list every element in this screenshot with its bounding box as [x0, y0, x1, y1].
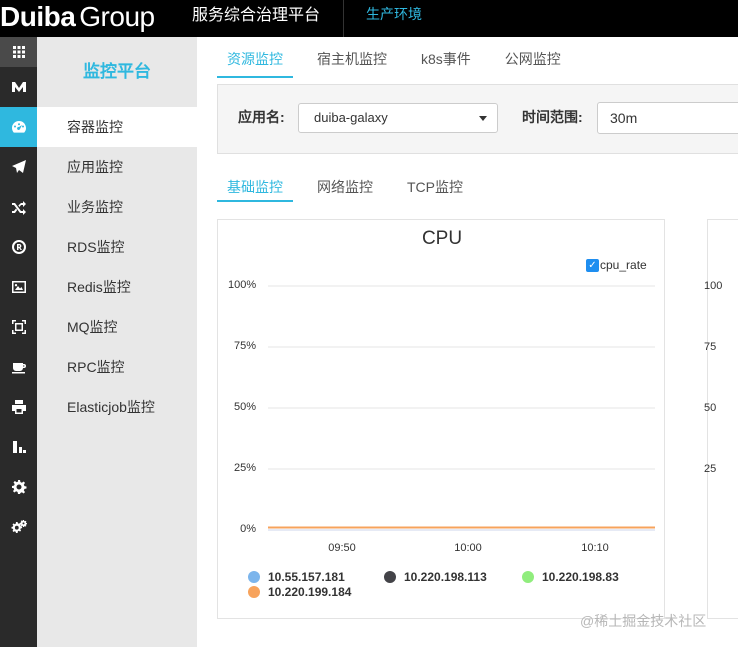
legend-item[interactable]: 10.55.157.181 — [248, 570, 345, 584]
second-chart-y-tick: 75 — [704, 341, 717, 353]
second-chart-y-tick: 100 — [704, 280, 723, 292]
sidebar-item-elasticjob-monitor[interactable]: Elasticjob监控 — [37, 387, 197, 427]
registered-icon — [11, 240, 26, 254]
legend-dot — [522, 571, 534, 583]
tab-network-monitor[interactable]: 网络监控 — [307, 175, 383, 199]
x-tick-label: 09:50 — [328, 542, 356, 554]
tab-k8s-events[interactable]: k8s事件 — [411, 47, 481, 75]
header-divider — [343, 0, 344, 37]
legend-item[interactable]: 10.220.198.83 — [522, 570, 619, 584]
sidebar-item-app-monitor[interactable]: 应用监控 — [37, 147, 197, 187]
monitor-sidebar: 监控平台 容器监控 应用监控 业务监控 RDS监控 Redis监控 MQ监控 R… — [37, 37, 197, 647]
second-chart-y-tick: 50 — [704, 402, 717, 414]
iconbar-item-coffee[interactable] — [0, 347, 37, 387]
legend-label: 10.55.157.181 — [268, 570, 345, 584]
main-content: 资源监控 宿主机监控 k8s事件 公网监控 应用名: duiba-galaxy … — [197, 37, 738, 647]
y-tick-label: 0% — [240, 523, 256, 535]
iconbar-item-shuffle[interactable] — [0, 187, 37, 227]
iconbar-item-frame[interactable] — [0, 307, 37, 347]
iconbar-item-grid[interactable] — [0, 37, 37, 67]
metric-tabs: 基础监控 网络监控 TCP监控 — [217, 175, 487, 202]
sidebar-item-business-monitor[interactable]: 业务监控 — [37, 187, 197, 227]
iconbar-item-image[interactable] — [0, 267, 37, 307]
legend-label: 10.220.198.113 — [404, 570, 487, 584]
y-tick-label: 75% — [233, 340, 256, 352]
iconbar-item-printer[interactable] — [0, 387, 37, 427]
top-header-bar: Duiba Group 服务综合治理平台 生产环境 — [0, 0, 738, 37]
time-range-input[interactable]: 30m — [597, 102, 738, 134]
m-logo-icon — [11, 82, 26, 92]
y-tick-label: 100% — [228, 279, 257, 291]
app-name-label: 应用名: — [238, 109, 285, 125]
icon-sidebar — [0, 37, 37, 647]
tab-resource-monitor[interactable]: 资源监控 — [217, 47, 293, 78]
watermark-text: @稀土掘金技术社区 — [580, 613, 707, 629]
caret-down-icon — [479, 116, 487, 121]
printer-icon — [11, 400, 26, 414]
iconbar-item-send[interactable] — [0, 147, 37, 187]
cpu-chart-plot — [268, 285, 655, 531]
sidebar-item-rds-monitor[interactable]: RDS监控 — [37, 227, 197, 267]
coffee-icon — [11, 363, 26, 374]
tab-public-network-monitor[interactable]: 公网监控 — [495, 47, 571, 75]
legend-dot — [248, 571, 260, 583]
sidebar-item-rpc-monitor[interactable]: RPC监控 — [37, 347, 197, 387]
app-name-select[interactable]: duiba-galaxy — [298, 103, 498, 133]
x-tick-label: 10:00 — [454, 542, 482, 554]
second-chart-y-tick: 25 — [704, 463, 717, 475]
sidebar-item-redis-monitor[interactable]: Redis监控 — [37, 267, 197, 307]
environment-label[interactable]: 生产环境 — [366, 0, 422, 37]
tab-tcp-monitor[interactable]: TCP监控 — [397, 175, 473, 199]
iconbar-item-m-logo[interactable] — [0, 67, 37, 107]
grid-icon — [12, 46, 25, 58]
iconbar-item-dashboard[interactable] — [0, 107, 37, 147]
logo-bold-text: Duiba — [0, 1, 76, 32]
y-tick-label: 25% — [233, 462, 256, 474]
gear-icon — [11, 480, 26, 494]
paper-plane-icon — [11, 160, 26, 173]
legend-item[interactable]: 10.220.198.113 — [384, 570, 487, 584]
shuffle-icon — [11, 201, 26, 215]
filter-bar: 应用名: duiba-galaxy 时间范围: 30m — [217, 84, 738, 154]
logo-light-text: Group — [79, 1, 155, 32]
sidebar-title: 监控平台 — [83, 62, 151, 81]
tab-host-monitor[interactable]: 宿主机监控 — [307, 47, 397, 75]
tab-basic-monitor[interactable]: 基础监控 — [217, 175, 293, 202]
chart-bar-icon — [12, 441, 26, 453]
sidebar-item-mq-monitor[interactable]: MQ监控 — [37, 307, 197, 347]
iconbar-item-settings[interactable] — [0, 467, 37, 507]
legend-label: 10.220.198.83 — [542, 570, 619, 584]
gears-icon — [11, 520, 27, 533]
image-icon — [11, 281, 26, 293]
frame-icon — [11, 320, 26, 334]
duiba-group-logo[interactable]: Duiba Group — [0, 0, 155, 37]
iconbar-item-registered[interactable] — [0, 227, 37, 267]
time-range-label: 时间范围: — [522, 109, 583, 125]
legend-label: 10.220.199.184 — [268, 585, 352, 599]
legend-dot — [248, 586, 260, 598]
cpu-chart-card: CPU ✓ cpu_rate 100% 75% 50% 25% 0% 09:50 10:0… — [217, 219, 665, 619]
iconbar-item-advanced-settings[interactable] — [0, 507, 37, 547]
second-chart-card — [707, 219, 738, 619]
legend-item[interactable]: 10.220.199.184 — [248, 585, 351, 599]
resource-tabs: 资源监控 宿主机监控 k8s事件 公网监控 — [217, 47, 585, 78]
y-tick-label: 50% — [233, 401, 256, 413]
x-tick-label: 10:10 — [581, 542, 609, 554]
dashboard-icon — [11, 121, 26, 133]
sidebar-item-container-monitor[interactable]: 容器监控 — [37, 107, 197, 147]
app-name-value: duiba-galaxy — [314, 110, 388, 125]
legend-dot — [384, 571, 396, 583]
service-title[interactable]: 服务综合治理平台 — [192, 0, 320, 37]
iconbar-item-chart[interactable] — [0, 427, 37, 467]
